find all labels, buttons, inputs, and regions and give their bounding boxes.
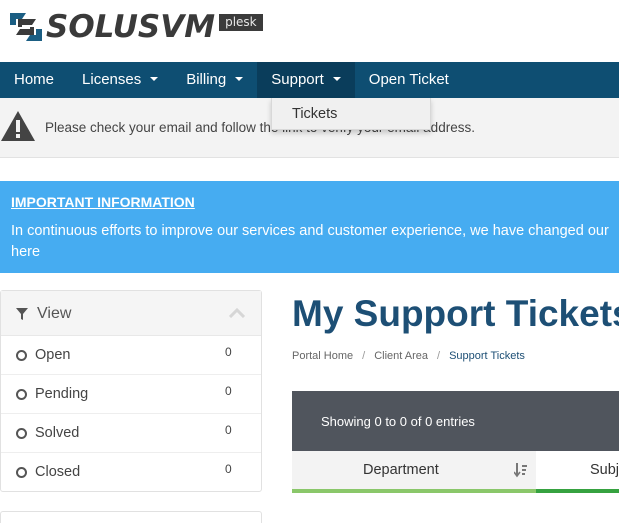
filter-label: Closed [35,464,81,480]
column-header-label: Subject [590,462,619,478]
caret-down-icon [332,77,341,82]
filter-closed[interactable]: Closed 0 [1,453,261,492]
info-body: In continuous efforts to improve our ser… [11,223,609,239]
dropdown-item-tickets[interactable]: Tickets [272,102,430,126]
radio-icon[interactable] [16,428,27,439]
filter-label: Solved [35,425,80,441]
info-link[interactable]: here [11,244,40,260]
warning-icon [1,111,35,141]
main-navbar: Home Licenses Billing Support Open Ticke… [0,62,619,98]
radio-icon[interactable] [16,389,27,400]
filter-icon [16,308,28,320]
tickets-table-toolbar: Showing 0 to 0 of 0 entries [292,391,619,451]
brand-tag: plesk [219,14,263,31]
view-panel-title: View [37,305,72,322]
nav-item-licenses[interactable]: Licenses [68,62,172,98]
radio-icon[interactable] [16,467,27,478]
filter-solved[interactable]: Solved 0 [1,414,261,453]
breadcrumb-portal-home[interactable]: Portal Home [292,350,353,362]
column-header-subject[interactable]: Subject [536,451,619,493]
breadcrumb-client-area[interactable]: Client Area [374,350,428,362]
breadcrumb-separator: / [362,350,366,362]
nav-item-label: Licenses [82,71,142,88]
breadcrumb-separator: / [437,350,441,362]
filter-count: 0 [225,423,232,437]
breadcrumb: Portal Home / Client Area / Support Tick… [292,350,525,362]
nav-item-label: Support [271,71,324,88]
filter-pending[interactable]: Pending 0 [1,375,261,414]
nav-item-label: Billing [186,71,227,88]
secondary-panel [0,511,262,523]
nav-item-label: Open Ticket [368,71,449,88]
header: SOLUSVM plesk [0,0,619,62]
important-info-banner: IMPORTANT INFORMATION In continuous effo… [0,181,619,273]
filter-label: Pending [35,386,89,402]
caret-down-icon [150,77,159,82]
filter-count: 0 [225,462,232,476]
caret-down-icon [235,77,244,82]
filter-count: 0 [225,384,232,398]
nav-item-open-ticket[interactable]: Open Ticket [355,62,463,98]
view-filter-panel: View Open 0 Pending 0 Solved 0 Closed 0 [0,290,262,492]
breadcrumb-support-tickets: Support Tickets [449,350,525,362]
page-title: My Support Tickets [292,293,619,334]
filter-open[interactable]: Open 0 [1,336,261,375]
nav-item-label: Home [14,71,55,88]
entries-info: Showing 0 to 0 of 0 entries [321,414,475,429]
support-dropdown-menu: Tickets [271,98,431,130]
view-panel-header[interactable]: View [1,291,261,336]
brand-name: SOLUSVM [46,9,216,45]
info-title[interactable]: IMPORTANT INFORMATION [11,194,195,210]
column-header-label: Department [363,462,439,478]
radio-icon[interactable] [16,350,27,361]
filter-label: Open [35,347,71,363]
solusvm-logo-icon [10,13,42,41]
logo[interactable]: SOLUSVM plesk [8,9,263,45]
nav-item-billing[interactable]: Billing [172,62,257,98]
page: SOLUSVM plesk Home Licenses Billing Supp… [0,0,619,523]
sort-icon[interactable] [514,462,528,478]
column-header-department[interactable]: Department [292,451,536,493]
nav-item-support[interactable]: Support [257,62,355,98]
chevron-up-icon[interactable] [229,308,245,318]
nav-item-home[interactable]: Home [0,62,68,98]
filter-count: 0 [225,345,232,359]
